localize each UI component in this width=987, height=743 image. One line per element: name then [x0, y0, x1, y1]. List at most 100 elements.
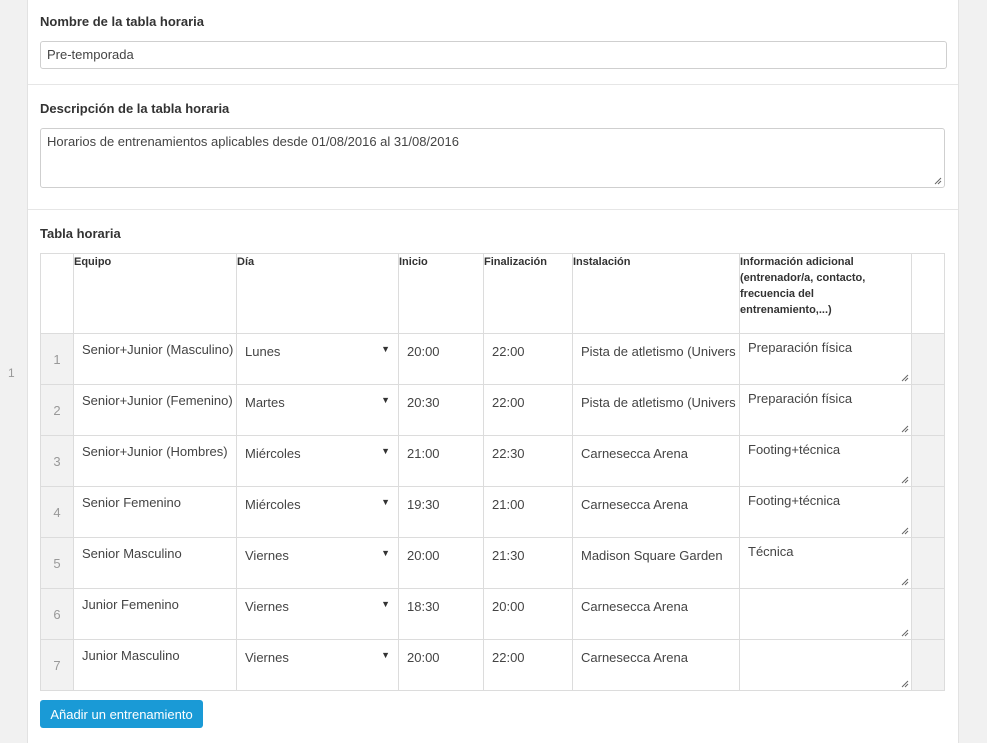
resize-grip-icon[interactable] [901, 578, 909, 586]
resize-grip-icon[interactable] [901, 476, 909, 484]
resize-grip-icon[interactable] [934, 177, 942, 185]
end-value: 21:00 [492, 497, 525, 512]
venue-value: Carnesecca Arena [581, 599, 688, 614]
name-section: Nombre de la tabla horaria Pre-temporada [28, 0, 958, 85]
resize-grip-icon[interactable] [901, 629, 909, 637]
end-value: 22:00 [492, 344, 525, 359]
info-textarea[interactable] [739, 639, 912, 691]
gutter-line-number: 1 [8, 366, 15, 380]
row-actions-cell [911, 384, 945, 436]
day-select[interactable]: Martes ▼ [236, 384, 399, 436]
team-cell[interactable]: Senior Femenino [73, 486, 237, 538]
header-info: Información adicional (entrenador/a, con… [739, 253, 912, 334]
table-row: 5 Senior Masculino Viernes ▼ 20:00 21:30… [40, 537, 945, 589]
team-value: Junior Femenino [82, 597, 179, 612]
header-start: Inicio [398, 253, 484, 334]
resize-grip-icon[interactable] [901, 425, 909, 433]
row-number: 6 [40, 588, 74, 640]
start-cell[interactable]: 21:00 [398, 435, 484, 487]
info-textarea[interactable] [739, 588, 912, 640]
row-actions-cell [911, 333, 945, 385]
start-cell[interactable]: 20:00 [398, 639, 484, 691]
row-number: 3 [40, 435, 74, 487]
day-select[interactable]: Viernes ▼ [236, 537, 399, 589]
venue-cell[interactable]: Madison Square Garden [572, 537, 740, 589]
venue-cell[interactable]: Carnesecca Arena [572, 639, 740, 691]
venue-value: Pista de atletismo (Univers [581, 395, 736, 410]
description-textarea[interactable]: Horarios de entrenamientos aplicables de… [40, 128, 945, 188]
end-cell[interactable]: 22:30 [483, 435, 573, 487]
day-select[interactable]: Lunes ▼ [236, 333, 399, 385]
header-team: Equipo [73, 253, 237, 334]
end-value: 22:30 [492, 446, 525, 461]
team-cell[interactable]: Senior Masculino [73, 537, 237, 589]
start-cell[interactable]: 18:30 [398, 588, 484, 640]
venue-cell[interactable]: Carnesecca Arena [572, 588, 740, 640]
venue-cell[interactable]: Carnesecca Arena [572, 435, 740, 487]
team-cell[interactable]: Senior+Junior (Femenino) [73, 384, 237, 436]
row-number: 5 [40, 537, 74, 589]
end-cell[interactable]: 20:00 [483, 588, 573, 640]
venue-cell[interactable]: Pista de atletismo (Univers [572, 384, 740, 436]
resize-grip-icon[interactable] [901, 527, 909, 535]
name-input[interactable]: Pre-temporada [40, 41, 947, 69]
table-row: 6 Junior Femenino Viernes ▼ 18:30 20:00 … [40, 588, 945, 640]
info-value: Footing+técnica [748, 493, 841, 508]
team-cell[interactable]: Junior Femenino [73, 588, 237, 640]
chevron-down-icon: ▼ [381, 446, 390, 456]
day-select[interactable]: Viernes ▼ [236, 639, 399, 691]
resize-grip-icon[interactable] [901, 374, 909, 382]
name-label: Nombre de la tabla horaria [40, 14, 204, 29]
resize-grip-icon[interactable] [901, 680, 909, 688]
chevron-down-icon: ▼ [381, 599, 390, 609]
info-textarea[interactable]: Preparación física [739, 333, 912, 385]
team-cell[interactable]: Senior+Junior (Hombres) [73, 435, 237, 487]
day-value: Miércoles [245, 446, 301, 461]
day-select[interactable]: Viernes ▼ [236, 588, 399, 640]
day-value: Lunes [245, 344, 281, 359]
description-text: Horarios de entrenamientos aplicables de… [47, 134, 459, 149]
info-textarea[interactable]: Preparación física [739, 384, 912, 436]
team-cell[interactable]: Junior Masculino [73, 639, 237, 691]
info-textarea[interactable]: Técnica [739, 537, 912, 589]
info-textarea[interactable]: Footing+técnica [739, 435, 912, 487]
chevron-down-icon: ▼ [381, 395, 390, 405]
start-cell[interactable]: 20:30 [398, 384, 484, 436]
row-actions-cell [911, 639, 945, 691]
day-value: Viernes [245, 650, 289, 665]
header-venue: Instalación [572, 253, 740, 334]
team-value: Senior+Junior (Masculino) [82, 342, 234, 357]
row-actions-cell [911, 435, 945, 487]
start-cell[interactable]: 19:30 [398, 486, 484, 538]
venue-cell[interactable]: Pista de atletismo (Univers [572, 333, 740, 385]
venue-cell[interactable]: Carnesecca Arena [572, 486, 740, 538]
day-select[interactable]: Miércoles ▼ [236, 435, 399, 487]
venue-value: Carnesecca Arena [581, 446, 688, 461]
schedule-label: Tabla horaria [40, 226, 121, 241]
venue-value: Carnesecca Arena [581, 650, 688, 665]
start-value: 20:00 [407, 548, 440, 563]
start-value: 20:30 [407, 395, 440, 410]
start-value: 20:00 [407, 650, 440, 665]
row-number: 7 [40, 639, 74, 691]
row-number: 4 [40, 486, 74, 538]
chevron-down-icon: ▼ [381, 650, 390, 660]
info-textarea[interactable]: Footing+técnica [739, 486, 912, 538]
end-cell[interactable]: 22:00 [483, 333, 573, 385]
form-panel: Nombre de la tabla horaria Pre-temporada… [27, 0, 959, 743]
day-select[interactable]: Miércoles ▼ [236, 486, 399, 538]
end-cell[interactable]: 21:00 [483, 486, 573, 538]
chevron-down-icon: ▼ [381, 497, 390, 507]
start-cell[interactable]: 20:00 [398, 537, 484, 589]
header-actions [911, 253, 945, 334]
info-value: Footing+técnica [748, 442, 841, 457]
end-cell[interactable]: 22:00 [483, 384, 573, 436]
table-row: 4 Senior Femenino Miércoles ▼ 19:30 21:0… [40, 486, 945, 538]
end-cell[interactable]: 21:30 [483, 537, 573, 589]
end-value: 22:00 [492, 650, 525, 665]
start-cell[interactable]: 20:00 [398, 333, 484, 385]
add-training-button[interactable]: Añadir un entrenamiento [40, 700, 203, 728]
day-value: Miércoles [245, 497, 301, 512]
end-cell[interactable]: 22:00 [483, 639, 573, 691]
team-cell[interactable]: Senior+Junior (Masculino) [73, 333, 237, 385]
